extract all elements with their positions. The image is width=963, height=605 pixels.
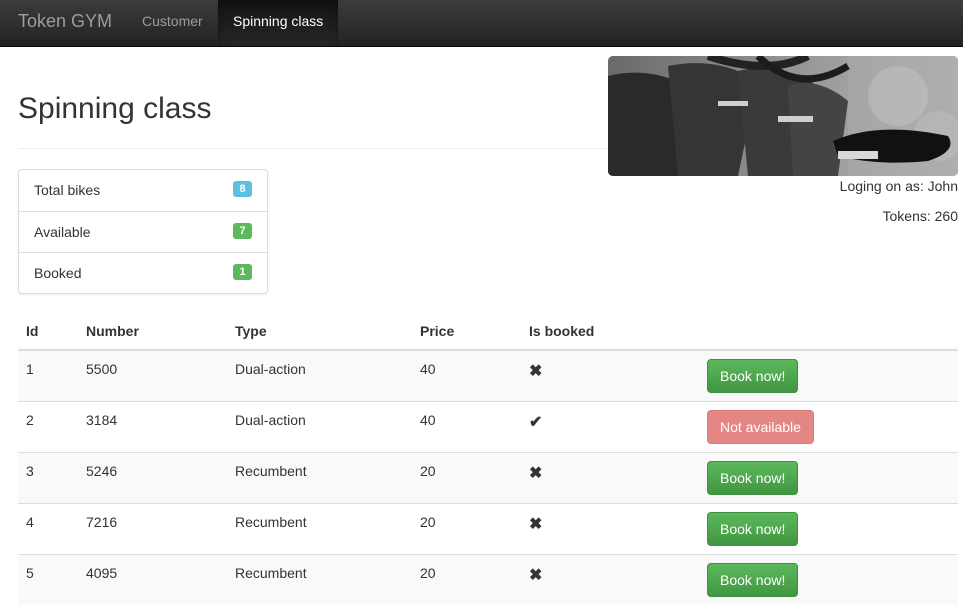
table-row: 5 4095 Recumbent 20 ✖ Book now! (18, 553, 958, 605)
cell-price: 20 (412, 502, 521, 554)
not-available-button[interactable]: Not available (707, 409, 814, 444)
cross-icon: ✖ (529, 566, 543, 584)
navbar: Token GYM Customer Spinning class (0, 0, 963, 47)
table-row: 4 7216 Recumbent 20 ✖ Book now! (18, 502, 958, 554)
table-row: 2 3184 Dual-action 40 ✔ Not available (18, 400, 958, 452)
cell-type: Dual-action (227, 349, 412, 401)
cell-id: 1 (18, 349, 78, 401)
stat-booked: Booked 1 (19, 252, 267, 293)
logged-in-user: Loging on as: John (839, 178, 958, 194)
header-is-booked: Is booked (521, 312, 699, 351)
cell-number: 3184 (78, 400, 227, 452)
token-balance: Tokens: 260 (882, 208, 959, 224)
cell-type: Dual-action (227, 400, 412, 452)
nav-item-spinning-class[interactable]: Spinning class (218, 0, 339, 46)
cross-icon: ✖ (529, 515, 543, 533)
table-row: 1 5500 Dual-action 40 ✖ Book now! (18, 349, 958, 401)
count-badge: 7 (233, 223, 252, 239)
cell-id: 3 (18, 451, 78, 503)
header-number: Number (78, 312, 227, 351)
cell-type: Recumbent (227, 553, 412, 605)
cell-price: 20 (412, 553, 521, 605)
cell-price: 20 (412, 451, 521, 503)
book-now-button[interactable]: Book now! (707, 359, 799, 393)
cell-price: 40 (412, 349, 521, 401)
cell-type: Recumbent (227, 451, 412, 503)
count-badge: 1 (233, 264, 252, 280)
cell-id: 2 (18, 400, 78, 452)
header-price: Price (412, 312, 521, 351)
book-now-button[interactable]: Book now! (707, 460, 799, 495)
table-row: 3 5246 Recumbent 20 ✖ Book now! (18, 451, 958, 503)
check-icon: ✔ (529, 413, 543, 431)
cell-price: 40 (412, 400, 521, 452)
nav-item-customer[interactable]: Customer (127, 0, 218, 42)
cell-number: 5500 (78, 349, 227, 401)
stat-label: Available (34, 224, 91, 240)
header-id: Id (18, 312, 78, 351)
cell-type: Recumbent (227, 502, 412, 554)
stat-available: Available 7 (19, 211, 267, 252)
header-action (699, 312, 958, 351)
bikes-table: Id Number Type Price Is booked 1 5500 Du… (18, 312, 958, 605)
brand-link[interactable]: Token GYM (18, 0, 112, 42)
cross-icon: ✖ (529, 363, 543, 380)
bike-stats-list: Total bikes 8 Available 7 Booked 1 (18, 169, 268, 294)
cell-number: 5246 (78, 451, 227, 503)
cell-number: 4095 (78, 553, 227, 605)
header-type: Type (227, 312, 412, 351)
count-badge: 8 (233, 181, 252, 197)
stat-label: Booked (34, 265, 82, 281)
page-title: Spinning class (18, 92, 212, 125)
title-divider (18, 148, 608, 149)
table-header-row: Id Number Type Price Is booked (18, 312, 958, 351)
book-now-button[interactable]: Book now! (707, 562, 799, 597)
spinning-bikes-image (608, 56, 958, 176)
stat-total-bikes: Total bikes 8 (19, 170, 267, 211)
cell-id: 4 (18, 502, 78, 554)
cross-icon: ✖ (529, 464, 543, 482)
cell-number: 7216 (78, 502, 227, 554)
stat-label: Total bikes (34, 182, 101, 198)
cell-id: 5 (18, 553, 78, 605)
book-now-button[interactable]: Book now! (707, 511, 799, 546)
